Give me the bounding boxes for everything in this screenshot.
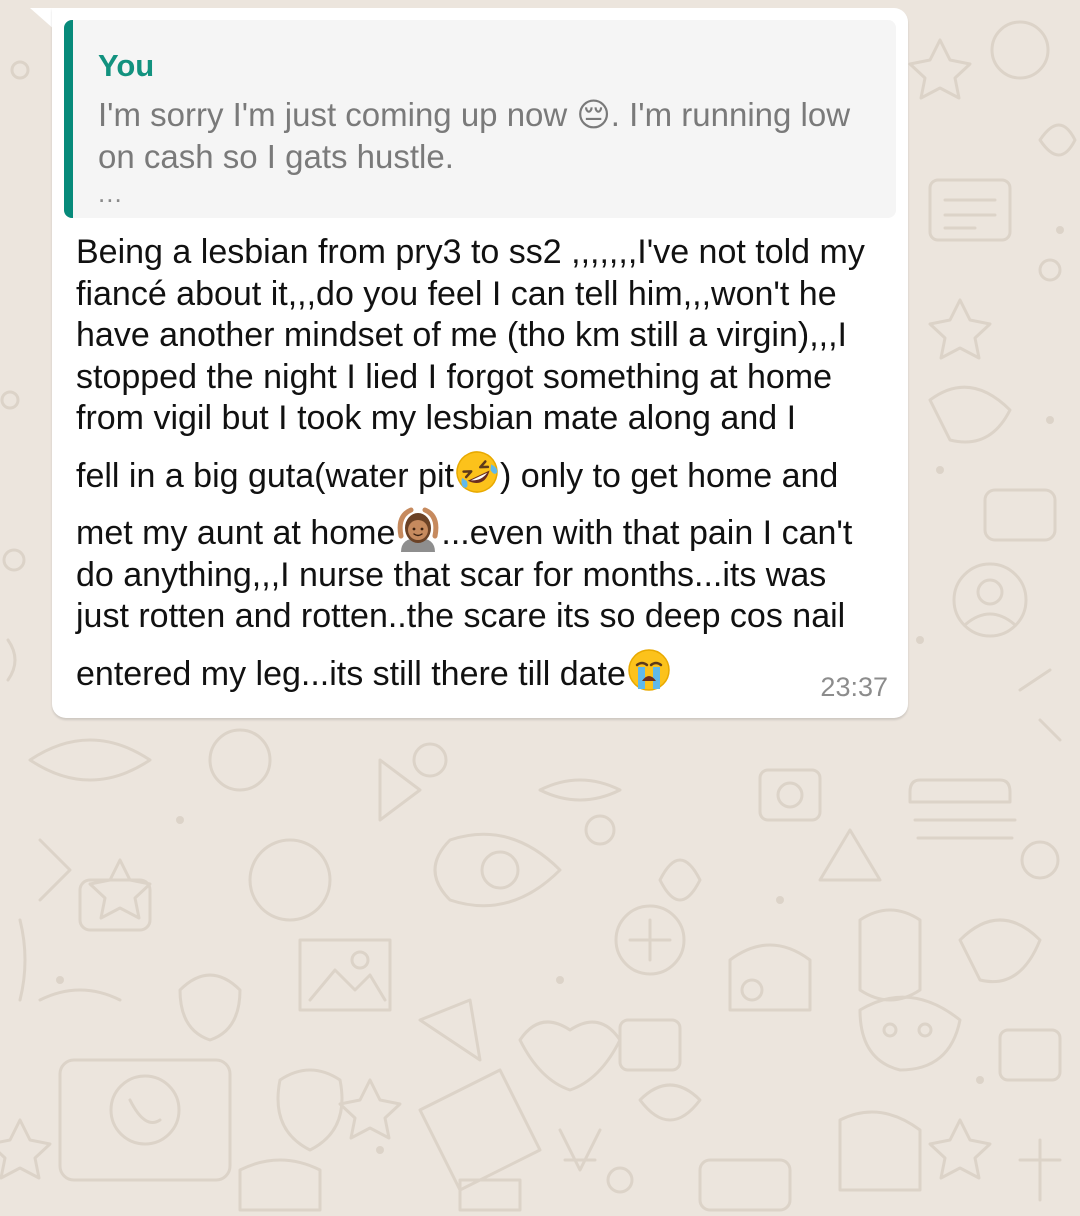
message-line-part: ) only to get home and bbox=[499, 456, 839, 495]
message-line: from vigil but I took my lesbian mate al… bbox=[76, 399, 797, 437]
message-line-part: met my aunt at home bbox=[76, 514, 396, 552]
message-line: stopped the night I lied I forgot someth… bbox=[76, 357, 833, 396]
quoted-text: I'm sorry I'm just coming up now 😔. I'm … bbox=[98, 94, 888, 178]
message-line-part: entered my leg...its still there till da… bbox=[76, 654, 626, 693]
message-line: do anything,,,I nurse that scar for mont… bbox=[76, 555, 827, 594]
quoted-message[interactable]: You I'm sorry I'm just coming up now 😔. … bbox=[64, 20, 896, 218]
person-gesturing-ok-emoji-icon bbox=[395, 506, 441, 552]
quoted-author: You bbox=[98, 48, 155, 83]
quoted-text-content: I'm sorry I'm just coming up now 😔. I'm … bbox=[98, 96, 851, 175]
message-line: Being a lesbian from pry3 to ss2 ,,,,,,,… bbox=[76, 233, 865, 271]
message-text: Being a lesbian from pry3 to ss2 ,,,,,,,… bbox=[76, 232, 892, 695]
quoted-ellipsis: ... bbox=[98, 178, 123, 208]
message-timestamp: 23:37 bbox=[820, 672, 888, 702]
message-bubble[interactable]: You I'm sorry I'm just coming up now 😔. … bbox=[52, 8, 908, 718]
message-line: just rotten and rotten..the scare its so… bbox=[76, 597, 846, 635]
message-line-part: ...even with that pain I can't bbox=[441, 514, 853, 552]
message-line: fiancé about it,,,do you feel I can tell… bbox=[76, 274, 837, 313]
message-line: entered my leg...its still there till da… bbox=[76, 647, 892, 696]
message-line: have another mindset of me (tho km still… bbox=[76, 316, 847, 354]
message-line: fell in a big guta(water pit ) only to g… bbox=[76, 449, 892, 498]
message-line-part: fell in a big guta(water pit bbox=[76, 456, 454, 495]
chat-screen: { "chat": { "message": { "quoted": { "au… bbox=[0, 0, 1080, 1216]
message-line: met my aunt at home ...even with that pa… bbox=[76, 506, 892, 555]
quote-accent-bar bbox=[64, 20, 73, 218]
loudly-crying-face-emoji-icon bbox=[626, 647, 672, 693]
rolling-on-floor-laughing-emoji-icon bbox=[454, 449, 500, 495]
